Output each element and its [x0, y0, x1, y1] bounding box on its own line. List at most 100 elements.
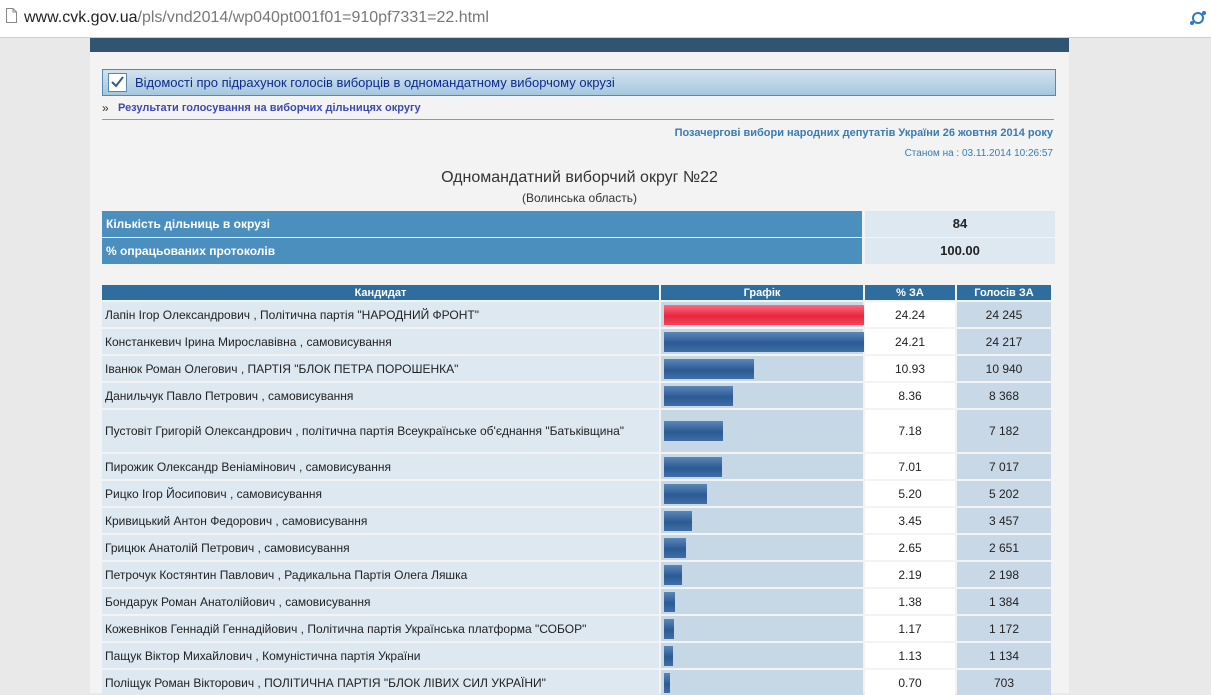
url-text[interactable]: www.cvk.gov.ua/pls/vnd2014/wp040pt001f01…	[24, 9, 489, 27]
table-header-row: Кандидат Графік % ЗА Голосів ЗА	[102, 285, 1051, 300]
votes-cell: 1 172	[957, 614, 1051, 641]
results-rows: Лапін Ігор Олександрович , Політична пар…	[102, 300, 1051, 695]
candidate-cell: Бондарук Роман Анатолійович , самовисува…	[102, 587, 659, 614]
table-row: Бондарук Роман Анатолійович , самовисува…	[102, 587, 1051, 614]
graph-cell	[661, 408, 863, 452]
percent-cell: 7.18	[865, 408, 955, 452]
percent-cell: 1.13	[865, 641, 955, 668]
table-row: Рицко Ігор Йосипович , самовисування 5.20…	[102, 479, 1051, 506]
table-row: Поліщук Роман Вікторович , ПОЛІТИЧНА ПАР…	[102, 668, 1051, 695]
checkbox-icon	[108, 73, 127, 92]
table-row: Кожевніков Геннадій Геннадійович , Політ…	[102, 614, 1051, 641]
breadcrumb: » Результати голосування на виборчих діл…	[102, 99, 1054, 120]
extension-icon[interactable]	[1189, 9, 1207, 27]
candidate-cell: Кривицький Антон Федорович , самовисуван…	[102, 506, 659, 533]
votes-cell: 5 202	[957, 479, 1051, 506]
votes-cell: 7 017	[957, 452, 1051, 479]
graph-cell	[661, 300, 864, 327]
vote-share-bar	[664, 483, 707, 504]
percent-cell: 24.24	[865, 300, 955, 327]
candidate-cell: Кожевніков Геннадій Геннадійович , Політ…	[102, 614, 659, 641]
url-path: /pls/vnd2014/wp040pt001f01=910pf7331=22.…	[137, 9, 489, 26]
table-row: Пустовіт Григорій Олександрович , політи…	[102, 408, 1051, 452]
percent-cell: 0.70	[865, 668, 955, 695]
url-host: www.cvk.gov.ua	[24, 9, 138, 26]
vote-share-bar	[664, 591, 675, 612]
vote-share-bar	[664, 618, 674, 639]
district-region: (Волинська область)	[522, 191, 637, 205]
percent-cell: 1.17	[865, 614, 955, 641]
candidate-cell: Грицюк Анатолій Петрович , самовисування	[102, 533, 659, 560]
percent-cell: 7.01	[865, 452, 955, 479]
graph-cell	[661, 641, 863, 668]
table-row: Лапін Ігор Олександрович , Політична пар…	[102, 300, 1051, 327]
vote-share-bar	[664, 304, 864, 325]
vote-share-bar	[664, 564, 682, 585]
stat-value: 84	[865, 211, 1055, 237]
address-bar[interactable]: www.cvk.gov.ua/pls/vnd2014/wp040pt001f01…	[0, 0, 1211, 38]
vote-share-bar	[664, 672, 670, 693]
candidate-cell: Іванюк Роман Олегович , ПАРТІЯ "БЛОК ПЕТ…	[102, 354, 659, 381]
votes-cell: 24 245	[957, 300, 1051, 327]
percent-cell: 24.21	[865, 327, 955, 354]
polling-stations-results-link[interactable]: Результати голосування на виборчих дільн…	[118, 102, 421, 114]
table-row: Іванюк Роман Олегович , ПАРТІЯ "БЛОК ПЕТ…	[102, 354, 1051, 381]
votes-cell: 2 651	[957, 533, 1051, 560]
percent-cell: 1.38	[865, 587, 955, 614]
stat-value: 100.00	[865, 238, 1055, 264]
results-table: Кандидат Графік % ЗА Голосів ЗА Лапін Іг…	[100, 285, 1053, 695]
vote-share-bar	[664, 510, 692, 531]
percent-cell: 2.19	[865, 560, 955, 587]
graph-cell	[661, 452, 863, 479]
table-row: Данильчук Павло Петрович , самовисування…	[102, 381, 1051, 408]
column-header-candidate: Кандидат	[102, 285, 659, 300]
graph-cell	[661, 560, 863, 587]
stat-row-protocols: % опрацьованих протоколів 100.00	[102, 238, 1055, 264]
election-title: Позачергові вибори народних депутатів Ук…	[674, 127, 1053, 139]
graph-cell	[661, 587, 863, 614]
candidate-cell: Пустовіт Григорій Олександрович , політи…	[102, 408, 659, 452]
candidate-cell: Данильчук Павло Петрович , самовисування	[102, 381, 659, 408]
vote-share-bar	[664, 645, 673, 666]
percent-cell: 10.93	[865, 354, 955, 381]
breadcrumb-arrow-icon: »	[102, 101, 109, 115]
stat-row-stations: Кількість дільниць в окрузі 84	[102, 211, 1055, 237]
table-row: Грицюк Анатолій Петрович , самовисування…	[102, 533, 1051, 560]
percent-cell: 3.45	[865, 506, 955, 533]
table-row: Пирожик Олександр Веніамінович , самовис…	[102, 452, 1051, 479]
table-row: Пащук Віктор Михайлович , Комуністична п…	[102, 641, 1051, 668]
candidate-cell: Рицко Ігор Йосипович , самовисування	[102, 479, 659, 506]
graph-cell	[661, 381, 863, 408]
section-header: Відомості про підрахунок голосів виборці…	[102, 69, 1056, 96]
graph-cell	[661, 354, 863, 381]
candidate-cell: Пащук Віктор Михайлович , Комуністична п…	[102, 641, 659, 668]
votes-cell: 1 384	[957, 587, 1051, 614]
votes-cell: 24 217	[957, 327, 1051, 354]
candidate-cell: Констанкевич Ірина Мирославівна , самови…	[102, 327, 659, 354]
candidate-cell: Лапін Ігор Олександрович , Політична пар…	[102, 300, 659, 327]
column-header-graph: Графік	[661, 285, 863, 300]
page-content: Відомості про підрахунок голосів виборці…	[90, 38, 1069, 695]
votes-cell: 7 182	[957, 408, 1051, 452]
column-header-votes: Голосів ЗА	[957, 285, 1051, 300]
vote-share-bar	[664, 385, 733, 406]
candidate-cell: Петрочук Костянтин Павлович , Радикальна…	[102, 560, 659, 587]
graph-cell	[661, 533, 863, 560]
section-title: Відомості про підрахунок голосів виборці…	[135, 75, 615, 90]
stats-block: Кількість дільниць в окрузі 84 % опрацьо…	[102, 211, 1055, 265]
percent-cell: 8.36	[865, 381, 955, 408]
district-title: Одномандатний виборчий округ №22	[441, 169, 718, 186]
candidate-cell: Пирожик Олександр Веніамінович , самовис…	[102, 452, 659, 479]
graph-cell	[661, 506, 863, 533]
top-banner-strip	[90, 38, 1069, 52]
votes-cell: 3 457	[957, 506, 1051, 533]
status-timestamp: Станом на : 03.11.2014 10:26:57	[904, 148, 1053, 159]
graph-cell	[661, 614, 863, 641]
vote-share-bar	[664, 537, 686, 558]
votes-cell: 1 134	[957, 641, 1051, 668]
vote-share-bar	[664, 358, 754, 379]
vote-share-bar	[664, 421, 723, 441]
stat-label: % опрацьованих протоколів	[102, 238, 862, 264]
percent-cell: 2.65	[865, 533, 955, 560]
page-icon	[6, 8, 17, 23]
